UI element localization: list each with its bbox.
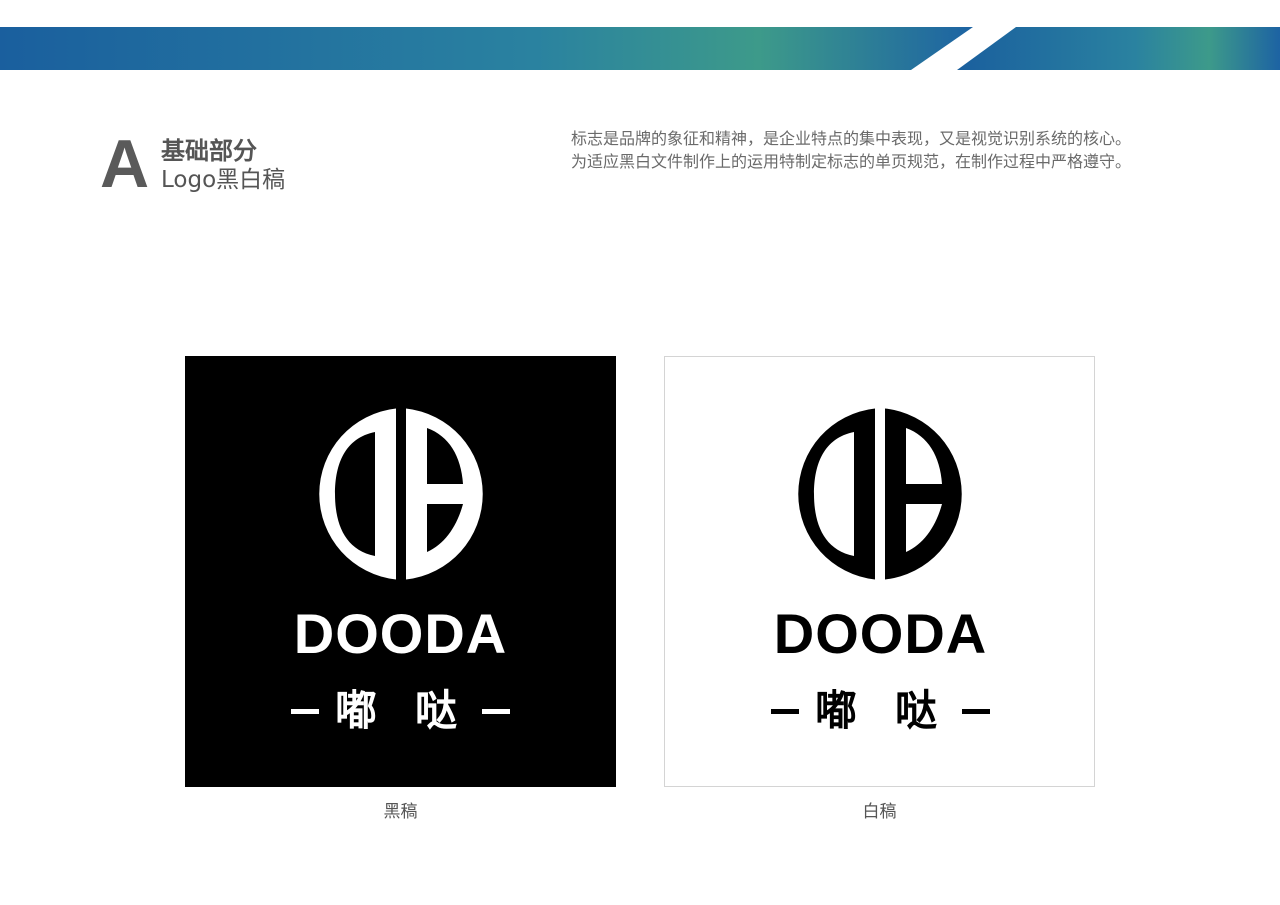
description-paragraph: 标志是品牌的象征和精神，是企业特点的集中表现，又是视觉识别系统的核心。 为适应黑… [571,127,1221,173]
dooda-logo-mark-icon [319,408,483,580]
logo-panel-white: DOODA 嘟 哒 [664,356,1095,787]
dash-left [771,709,799,714]
logo-chinese-name: 嘟 哒 [185,686,616,736]
dooda-logo-mark-icon [798,408,962,580]
logo-panel-black: DOODA 嘟 哒 [185,356,616,787]
logo-cn-char-1: 嘟 [815,686,858,735]
dash-left [291,709,319,714]
logo-chinese-name: 嘟 哒 [665,686,1096,736]
logo-cn-char-2: 哒 [895,686,938,735]
section-subtitle: Logo黑白稿 [161,167,286,193]
dash-right [962,709,990,714]
top-banner-stripe [0,27,1280,70]
logo-cn-char-2: 哒 [415,686,458,735]
dash-right [482,709,510,714]
logo-wordmark: DOODA [293,602,508,665]
description-line-1: 标志是品牌的象征和精神，是企业特点的集中表现，又是视觉识别系统的核心。 [571,129,1132,148]
logo-wordmark: DOODA [773,602,988,665]
description-line-2: 为适应黑白文件制作上的运用特制定标志的单页规范，在制作过程中严格遵守。 [571,152,1132,171]
section-letter: A [100,126,150,202]
caption-white-version: 白稿 [862,802,897,822]
caption-black-version: 黑稿 [383,802,418,822]
section-title: 基础部分 [161,137,257,165]
logo-cn-char-1: 嘟 [335,686,378,735]
